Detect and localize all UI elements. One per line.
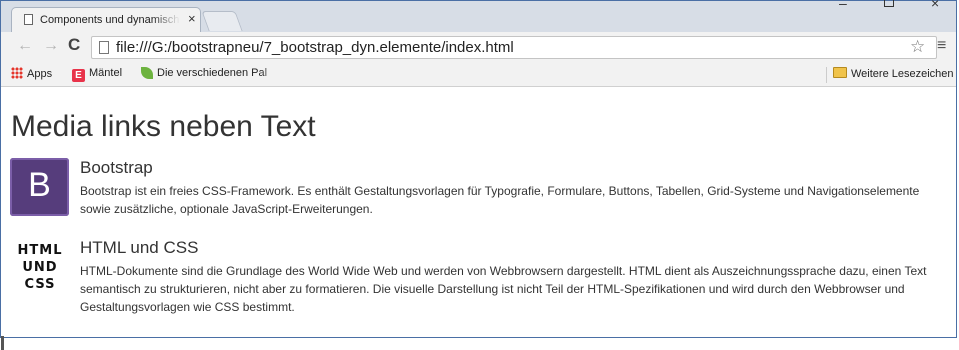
window-close-button[interactable]: ×	[931, 0, 945, 11]
bookmark-apps[interactable]: Apps	[11, 67, 52, 83]
html-css-logo: HTML UND CSS	[10, 242, 70, 293]
close-icon[interactable]: ×	[188, 12, 200, 26]
bookmark-label: Weitere Lesezeichen	[851, 68, 954, 80]
logo-line: CSS	[24, 277, 56, 292]
back-arrow-icon[interactable]: ←	[17, 37, 33, 55]
folder-icon	[833, 67, 847, 78]
new-tab-button[interactable]	[201, 11, 243, 31]
menu-icon[interactable]: ≡	[937, 37, 946, 55]
apps-grid-icon	[11, 67, 23, 79]
site-favicon-icon: E	[72, 69, 85, 82]
logo-line: HTML	[17, 243, 63, 258]
page-content: Media links neben Text B Bootstrap Boots…	[1, 88, 956, 350]
tab-strip: Components und dynamische Elemente × – ×	[1, 0, 956, 33]
reload-icon[interactable]: C	[68, 35, 80, 55]
media-body: Bootstrap Bootstrap ist ein freies CSS-F…	[80, 158, 940, 218]
media-heading: Bootstrap	[80, 158, 153, 177]
bootstrap-logo-letter: B	[28, 166, 51, 204]
bookmarks-bar: Apps E Mäntel Die verschiedenen Pal Weite…	[1, 63, 956, 87]
bookmark-maentel[interactable]: E Mäntel	[72, 67, 122, 83]
browser-toolbar: ← → C file:///G:/bootstrapneu/7_bootstra…	[1, 32, 956, 63]
bookmark-star-icon[interactable]: ☆	[910, 37, 925, 57]
page-title: Media links neben Text	[11, 110, 316, 143]
window-edge-mark	[1, 336, 4, 350]
page-icon	[24, 14, 33, 25]
bookmark-other-folder[interactable]: Weitere Lesezeichen	[833, 67, 954, 83]
bootstrap-logo: B	[10, 158, 69, 216]
tab-title: Components und dynamische Elemente	[40, 14, 180, 26]
page-icon	[99, 41, 109, 54]
media-heading: HTML und CSS	[80, 238, 199, 257]
url-text[interactable]: file:///G:/bootstrapneu/7_bootstrap_dyn.…	[116, 39, 514, 56]
maximize-button[interactable]	[884, 0, 894, 7]
address-bar[interactable]: file:///G:/bootstrapneu/7_bootstrap_dyn.…	[91, 36, 937, 59]
bookmark-label: Die verschiedenen Pal	[157, 67, 268, 79]
bookmark-pal[interactable]: Die verschiedenen Pal	[141, 67, 285, 83]
tab-active[interactable]: Components und dynamische Elemente ×	[11, 7, 201, 33]
bookmark-label: Mäntel	[89, 67, 123, 79]
leaf-icon	[141, 67, 153, 79]
media-text: HTML-Dokumente sind die Grundlage des Wo…	[80, 264, 927, 314]
media-body: HTML und CSS HTML-Dokumente sind die Gru…	[80, 238, 940, 316]
minimize-button[interactable]: –	[839, 0, 853, 11]
forward-arrow-icon[interactable]: →	[43, 37, 59, 55]
bookmark-separator	[826, 67, 827, 83]
media-text: Bootstrap ist ein freies CSS-Framework. …	[80, 184, 920, 216]
logo-line: UND	[22, 260, 58, 275]
bookmark-label: Apps	[27, 68, 53, 80]
